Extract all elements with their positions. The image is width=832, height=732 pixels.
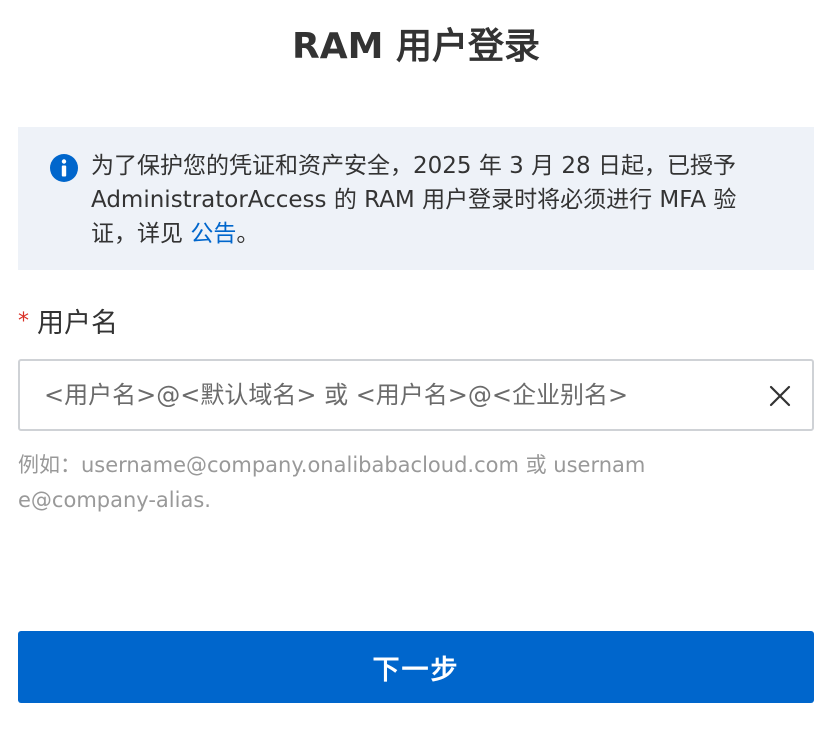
username-label-text: 用户名	[37, 308, 118, 339]
username-input-container[interactable]	[18, 359, 814, 431]
page-title: RAM 用户登录	[292, 26, 540, 67]
username-input[interactable]	[44, 361, 744, 429]
next-step-button[interactable]: 下一步	[18, 631, 814, 703]
info-icon	[50, 154, 78, 182]
notice-message: 为了保护您的凭证和资产安全，2025 年 3 月 28 日起，已授予 Admin…	[91, 153, 744, 247]
announcement-link[interactable]: 公告	[190, 221, 236, 247]
mfa-notice-banner: 为了保护您的凭证和资产安全，2025 年 3 月 28 日起，已授予 Admin…	[18, 127, 814, 270]
notice-suffix: 。	[236, 221, 260, 247]
username-label: * 用户名	[18, 306, 118, 344]
notice-text: 为了保护您的凭证和资产安全，2025 年 3 月 28 日起，已授予 Admin…	[91, 149, 781, 251]
close-icon[interactable]	[768, 384, 792, 408]
username-hint: 例如：username@company.onalibabacloud.com 或…	[18, 453, 646, 512]
required-indicator: *	[18, 309, 29, 334]
